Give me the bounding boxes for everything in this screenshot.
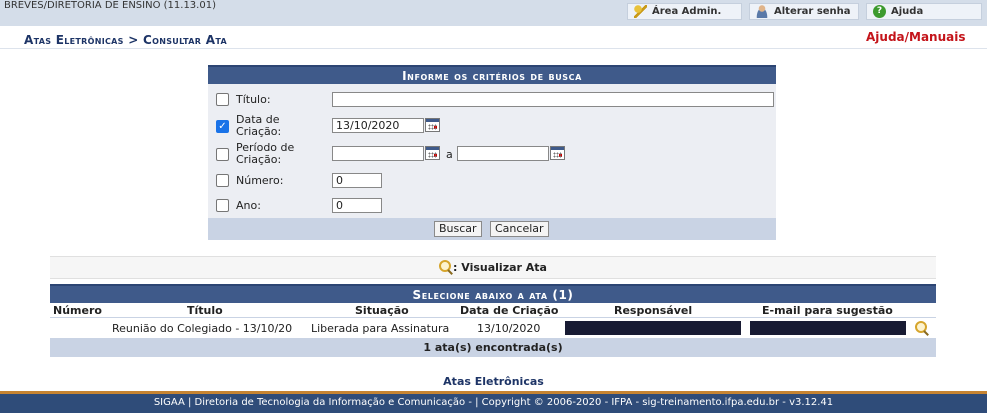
periodo-from-input[interactable] bbox=[332, 146, 424, 161]
key-icon bbox=[634, 5, 647, 18]
cell-email bbox=[750, 321, 906, 335]
periodo-label-2: Criação: bbox=[236, 153, 282, 166]
col-data-criacao: Data de Criação bbox=[460, 304, 559, 317]
periodo-row: Período de Criação: a bbox=[208, 141, 776, 167]
help-label: Ajuda bbox=[891, 6, 924, 17]
breadcrumb: Atas Eletrônicas > Consultar Ata bbox=[24, 33, 227, 47]
periodo-to-input[interactable] bbox=[457, 146, 549, 161]
cell-titulo: Reunião do Colegiado - 13/10/20 bbox=[112, 322, 293, 335]
results-table: Selecione abaixo a ata (1) Número Título… bbox=[50, 284, 936, 357]
help-icon: ? bbox=[873, 5, 886, 18]
results-title: Selecione abaixo a ata (1) bbox=[50, 284, 936, 303]
numero-label: Número: bbox=[236, 174, 284, 187]
ano-row: Ano: bbox=[208, 197, 776, 215]
numero-checkbox[interactable] bbox=[216, 174, 229, 187]
search-form: Informe os critérios de busca Título: ✓ … bbox=[208, 65, 776, 240]
calendar-icon[interactable] bbox=[425, 118, 440, 132]
top-bar: BREVES/DIRETORIA DE ENSINO (11.13.01) Ár… bbox=[0, 0, 987, 26]
buscar-button[interactable]: Buscar bbox=[434, 221, 482, 237]
results-count: 1 ata(s) encontrada(s) bbox=[50, 338, 936, 357]
col-titulo: Título bbox=[187, 304, 223, 317]
calendar-icon[interactable] bbox=[425, 146, 440, 160]
titulo-label: Título: bbox=[236, 93, 271, 106]
footer-link[interactable]: Atas Eletrônicas bbox=[0, 375, 987, 388]
divider bbox=[0, 48, 987, 49]
periodo-separator: a bbox=[446, 148, 453, 161]
form-footer: Buscar Cancelar bbox=[208, 218, 776, 240]
data-criacao-row: ✓ Data de Criação: bbox=[208, 113, 776, 139]
help-manuals-link[interactable]: Ajuda/Manuais bbox=[866, 30, 966, 44]
legend-bar: : Visualizar Ata bbox=[50, 256, 936, 279]
cell-data: 13/10/2020 bbox=[477, 322, 541, 335]
calendar-icon[interactable] bbox=[550, 146, 565, 160]
unit-label: BREVES/DIRETORIA DE ENSINO (11.13.01) bbox=[4, 0, 216, 11]
titulo-row: Título: bbox=[208, 92, 776, 108]
change-password-label: Alterar senha bbox=[774, 6, 851, 17]
col-email: E-mail para sugestão bbox=[762, 304, 893, 317]
col-numero: Número bbox=[53, 304, 102, 317]
cell-responsavel bbox=[565, 321, 741, 335]
data-criacao-input[interactable] bbox=[332, 118, 424, 133]
user-icon bbox=[756, 5, 769, 18]
col-responsavel: Responsável bbox=[614, 304, 693, 317]
periodo-checkbox[interactable] bbox=[216, 148, 229, 161]
data-criacao-label-2: Criação: bbox=[236, 125, 282, 138]
numero-row: Número: bbox=[208, 172, 776, 190]
help-button[interactable]: ? Ajuda bbox=[866, 3, 982, 20]
ano-checkbox[interactable] bbox=[216, 199, 229, 212]
form-title: Informe os critérios de busca bbox=[208, 65, 776, 84]
admin-area-label: Área Admin. bbox=[652, 6, 722, 17]
data-criacao-checkbox[interactable]: ✓ bbox=[216, 120, 229, 133]
view-ata-icon[interactable] bbox=[915, 321, 929, 335]
cell-situacao: Liberada para Assinatura bbox=[311, 322, 450, 335]
table-row: Reunião do Colegiado - 13/10/20 Liberada… bbox=[50, 318, 936, 338]
ano-input[interactable] bbox=[332, 198, 382, 213]
cancelar-button[interactable]: Cancelar bbox=[490, 221, 549, 237]
legend-label: : Visualizar Ata bbox=[453, 261, 547, 274]
titulo-checkbox[interactable] bbox=[216, 93, 229, 106]
col-situacao: Situação bbox=[355, 304, 409, 317]
table-header: Número Título Situação Data de Criação R… bbox=[50, 303, 936, 318]
ano-label: Ano: bbox=[236, 199, 261, 212]
titulo-input[interactable] bbox=[332, 92, 774, 107]
admin-area-button[interactable]: Área Admin. bbox=[627, 3, 742, 20]
magnifier-icon bbox=[439, 260, 453, 274]
footer-bar: SIGAA | Diretoria de Tecnologia da Infor… bbox=[0, 391, 987, 413]
change-password-button[interactable]: Alterar senha bbox=[749, 3, 859, 20]
numero-input[interactable] bbox=[332, 173, 382, 188]
